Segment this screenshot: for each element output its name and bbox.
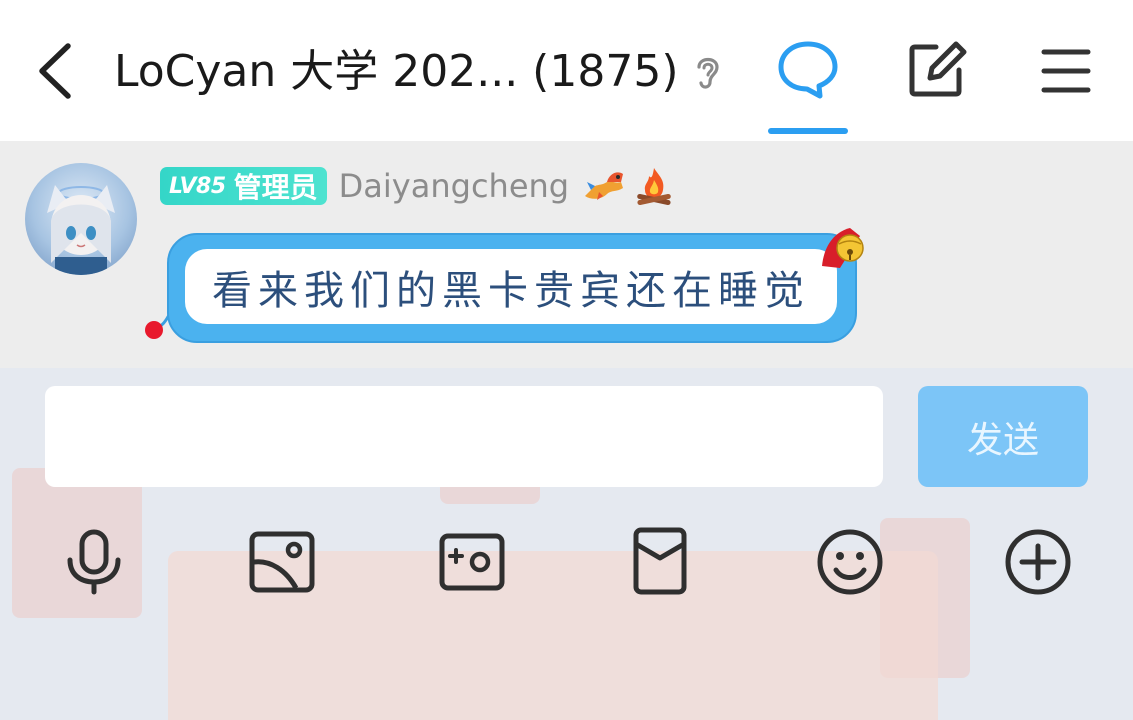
chat-bubble-icon[interactable] — [776, 38, 840, 102]
plus-icon[interactable] — [1002, 526, 1074, 598]
send-button[interactable]: 发送 — [918, 386, 1088, 487]
message-list: LV85 管理员 Daiyangcheng 看来我们的黑卡贵宾还在睡觉 — [0, 141, 1133, 368]
composer: 发送 — [0, 368, 1133, 720]
camera-icon[interactable] — [436, 526, 508, 598]
message-input[interactable] — [45, 386, 883, 487]
message-text: 看来我们的黑卡贵宾还在睡觉 — [212, 267, 810, 314]
bubble-inner: 看来我们的黑卡贵宾还在睡觉 — [185, 249, 837, 324]
role-label: 管理员 — [233, 171, 318, 204]
active-tab-indicator — [768, 128, 848, 134]
group-title[interactable]: LoCyan 大学 202... (1875) — [114, 40, 678, 104]
menu-icon[interactable] — [1034, 38, 1098, 102]
edit-icon[interactable] — [904, 38, 968, 102]
emoji-icon[interactable] — [814, 526, 886, 598]
ear-icon[interactable] — [688, 52, 728, 92]
image-icon[interactable] — [246, 526, 318, 598]
campfire-icon — [637, 168, 671, 206]
message-bubble[interactable]: 看来我们的黑卡贵宾还在睡觉 — [167, 233, 857, 343]
level-badge: LV85 管理员 — [160, 167, 327, 205]
sender-name[interactable]: Daiyangcheng — [339, 167, 569, 205]
red-packet-icon[interactable] — [624, 526, 696, 598]
bubble-red-dot — [145, 321, 163, 339]
level-label: LV85 — [169, 173, 226, 199]
top-bar: LoCyan 大学 202... (1875) — [0, 0, 1133, 141]
back-chevron-icon[interactable] — [30, 40, 80, 102]
avatar[interactable] — [25, 163, 137, 275]
bell-icon — [822, 228, 864, 268]
dragon-icon — [585, 172, 624, 200]
sender-decorations — [581, 166, 675, 206]
microphone-icon[interactable] — [58, 526, 130, 598]
sender-row: LV85 管理员 Daiyangcheng — [160, 166, 675, 206]
